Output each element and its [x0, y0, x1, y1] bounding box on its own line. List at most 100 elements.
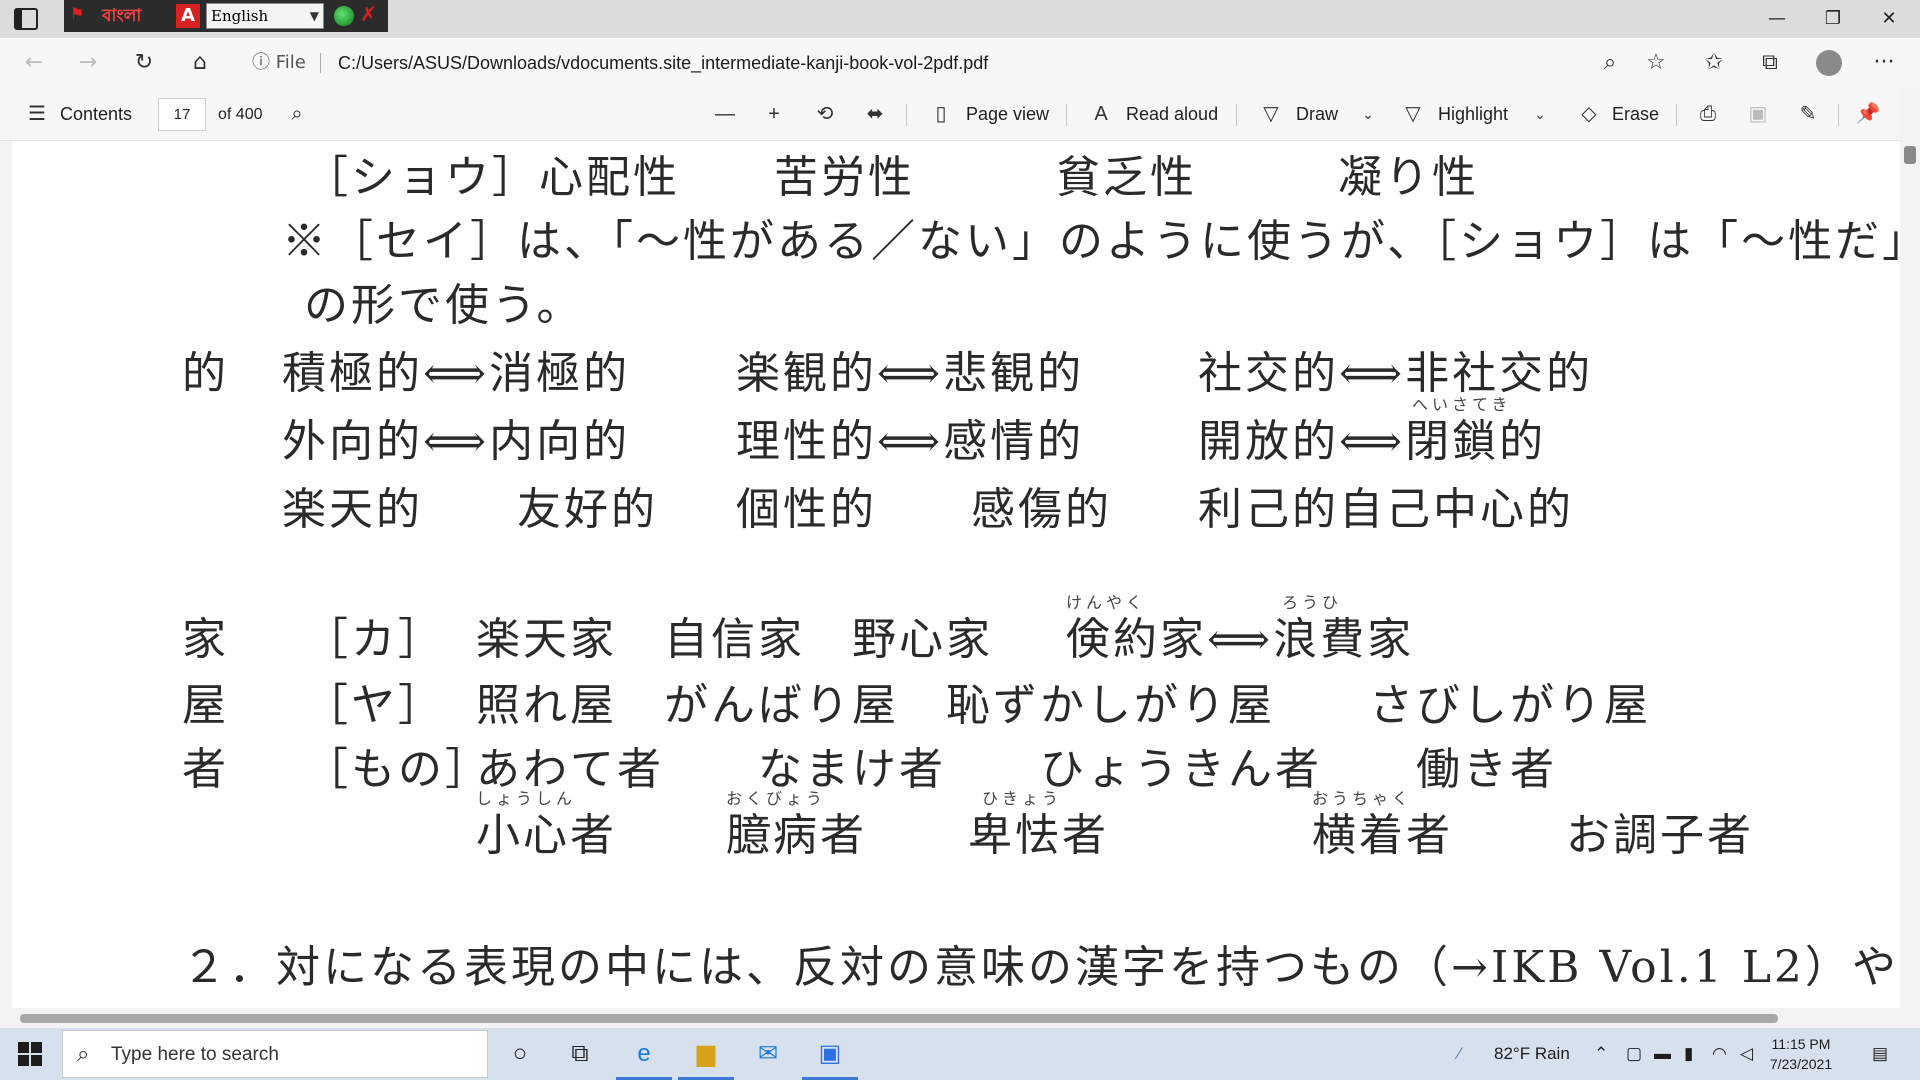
doc-word: 卑怯者	[968, 810, 1109, 861]
erase-button[interactable]: Erase	[1612, 88, 1659, 141]
doc-word: 開放的⟺閉鎖的	[1198, 416, 1547, 467]
collections-icon[interactable]: ⧉	[1750, 38, 1790, 88]
title-bar: ⚑ বাংলা A English ▼ ✗ — ❐ ✕	[0, 0, 1920, 38]
save-as-icon[interactable]: ✎	[1794, 88, 1822, 141]
reading: ［ヤ］	[304, 680, 445, 731]
show-hidden-icons-icon[interactable]: ⌃	[1594, 1028, 1608, 1080]
forward-icon[interactable]: →	[68, 38, 108, 88]
doc-word: 臆病者	[726, 810, 867, 861]
doc-word: 理性的⟺感情的	[736, 416, 1085, 467]
edge-app-icon[interactable]: e	[616, 1028, 672, 1080]
highlight-icon[interactable]: ▽	[1400, 88, 1426, 141]
meet-now-icon[interactable]: ▢	[1626, 1028, 1642, 1080]
doc-word: 倹約家⟺浪費家	[1066, 614, 1415, 665]
toolbar-divider	[1676, 104, 1677, 126]
url-field[interactable]: C:/Users/ASUS/Downloads/vdocuments.site_…	[338, 38, 988, 88]
toolbar-divider	[1066, 104, 1067, 126]
kanji-head: 的	[182, 348, 229, 399]
rotate-icon[interactable]: ⟲	[812, 88, 838, 141]
doc-word: 楽天家 自信家 野心家	[476, 614, 993, 665]
pin-icon[interactable]: 📌	[1854, 88, 1882, 141]
add-favorite-icon[interactable]: ☆	[1636, 38, 1676, 88]
draw-icon[interactable]: ▽	[1258, 88, 1284, 141]
doc-line: ※［セイ］は、「～性がある／ない」のように使うが、［ショウ］は「～性だ」	[282, 216, 1900, 267]
page-total: of 400	[218, 106, 263, 123]
language-select[interactable]: English ▼	[206, 3, 324, 29]
chevron-down-icon[interactable]: ⌄	[1358, 88, 1378, 141]
doc-word: 外向的⟺内向的	[282, 416, 631, 467]
pdf-toolbar: ☰ Contents 17 of 400 ⌕ — + ⟲ ⬌ ▯ Page vi…	[0, 88, 1920, 141]
close-button[interactable]: ✕	[1862, 0, 1916, 38]
refresh-icon[interactable]: ↻	[124, 38, 164, 88]
draw-button[interactable]: Draw	[1296, 88, 1338, 141]
mail-icon[interactable]: ✉	[740, 1028, 796, 1080]
battery-icon[interactable]: ▬	[1654, 1028, 1671, 1080]
taskbar: ⌕ Type here to search ○ ⧉ e ▆ ✉ ▣ ⁄ 82°F…	[0, 1028, 1920, 1080]
file-explorer-icon[interactable]: ▆	[678, 1028, 734, 1080]
kanji-head: 屋	[182, 680, 229, 731]
chevron-down-icon[interactable]: ⌄	[1530, 88, 1550, 141]
start-button[interactable]	[18, 1042, 42, 1066]
kanji-head: 者	[182, 744, 229, 795]
task-view-icon[interactable]: ⧉	[552, 1028, 608, 1080]
page-view-button[interactable]: Page view	[966, 88, 1049, 141]
contents-icon[interactable]: ☰	[22, 88, 52, 141]
doc-word: 楽天的 友好的	[282, 484, 658, 535]
page-number-input[interactable]: 17	[158, 98, 206, 131]
chevron-down-icon: ▼	[309, 9, 319, 23]
language-select-value: English	[211, 7, 269, 25]
reading: ［カ］	[304, 614, 445, 665]
doc-word: 積極的⟺消極的	[282, 348, 631, 399]
zoom-app-icon[interactable]: ▣	[802, 1028, 858, 1080]
zoom-in-button[interactable]: +	[761, 88, 787, 141]
taskbar-search[interactable]: ⌕ Type here to search	[62, 1030, 488, 1078]
zoom-out-button[interactable]: —	[712, 88, 738, 141]
minimize-button[interactable]: —	[1750, 0, 1804, 38]
search-icon[interactable]: ⌕	[284, 88, 310, 141]
read-aloud-button[interactable]: Read aloud	[1126, 88, 1218, 141]
weather-status[interactable]: 82°F Rain	[1494, 1028, 1570, 1080]
read-aloud-icon[interactable]: A	[1088, 88, 1114, 141]
bangla-flag-icon[interactable]: ⚑	[70, 4, 92, 23]
clock-date: 7/23/2021	[1769, 1056, 1833, 1072]
wifi-icon[interactable]: ◠	[1712, 1028, 1727, 1080]
globe-icon[interactable]	[334, 6, 354, 26]
cortana-icon[interactable]: ○	[492, 1028, 548, 1080]
adobe-icon[interactable]: A	[176, 4, 200, 28]
back-icon[interactable]: ←	[14, 38, 54, 88]
fit-page-icon[interactable]: ⬌	[862, 88, 888, 141]
vertical-scrollbar[interactable]	[1900, 88, 1920, 1008]
toolbar-divider	[906, 104, 907, 126]
home-icon[interactable]: ⌂	[180, 38, 220, 88]
save-icon[interactable]: ▣	[1744, 88, 1772, 141]
toolbar-divider	[1838, 104, 1839, 126]
tab-actions-icon[interactable]	[14, 8, 38, 30]
more-options-icon[interactable]: ···	[1864, 38, 1904, 88]
weather-icon[interactable]: ⁄	[1458, 1028, 1461, 1080]
doc-line: ［ショウ］心配性 苦労性 貧乏性 凝り性	[304, 152, 1479, 203]
tool-x-icon[interactable]: ✗	[360, 2, 377, 26]
doc-word: 照れ屋 がんばり屋 恥ずかしがり屋 さびしがり屋	[476, 680, 1651, 731]
kanji-head: 家	[182, 614, 229, 665]
doc-word: 利己的自己中心的	[1198, 484, 1574, 535]
restore-button[interactable]: ❐	[1806, 0, 1860, 38]
doc-word: 小心者	[476, 810, 617, 861]
print-icon[interactable]: ⎙	[1694, 88, 1722, 141]
volume-icon[interactable]: ◁	[1740, 1028, 1753, 1080]
zoom-icon[interactable]: ⌕	[1590, 38, 1630, 88]
doc-word: 楽観的⟺悲観的	[736, 348, 1085, 399]
horizontal-scroll-thumb[interactable]	[20, 1014, 1778, 1023]
contents-button[interactable]: Contents	[60, 88, 132, 141]
address-bar: ← → ↻ ⌂ ⓘ File C:/Users/ASUS/Downloads/v…	[0, 38, 1920, 88]
site-info-button[interactable]: ⓘ File	[252, 38, 306, 88]
microphone-icon[interactable]: ▮	[1684, 1028, 1693, 1080]
language-bangla-label[interactable]: বাংলা	[102, 3, 141, 31]
vertical-scroll-thumb[interactable]	[1904, 146, 1916, 164]
profile-avatar[interactable]	[1816, 50, 1842, 76]
notifications-icon[interactable]: ▤	[1872, 1028, 1888, 1080]
highlight-button[interactable]: Highlight	[1438, 88, 1508, 141]
erase-icon[interactable]: ◇	[1576, 88, 1602, 141]
taskbar-clock[interactable]: 11:15 PM 7/23/2021	[1756, 1034, 1846, 1074]
page-view-icon[interactable]: ▯	[928, 88, 954, 141]
favorites-icon[interactable]: ✩	[1694, 38, 1734, 88]
